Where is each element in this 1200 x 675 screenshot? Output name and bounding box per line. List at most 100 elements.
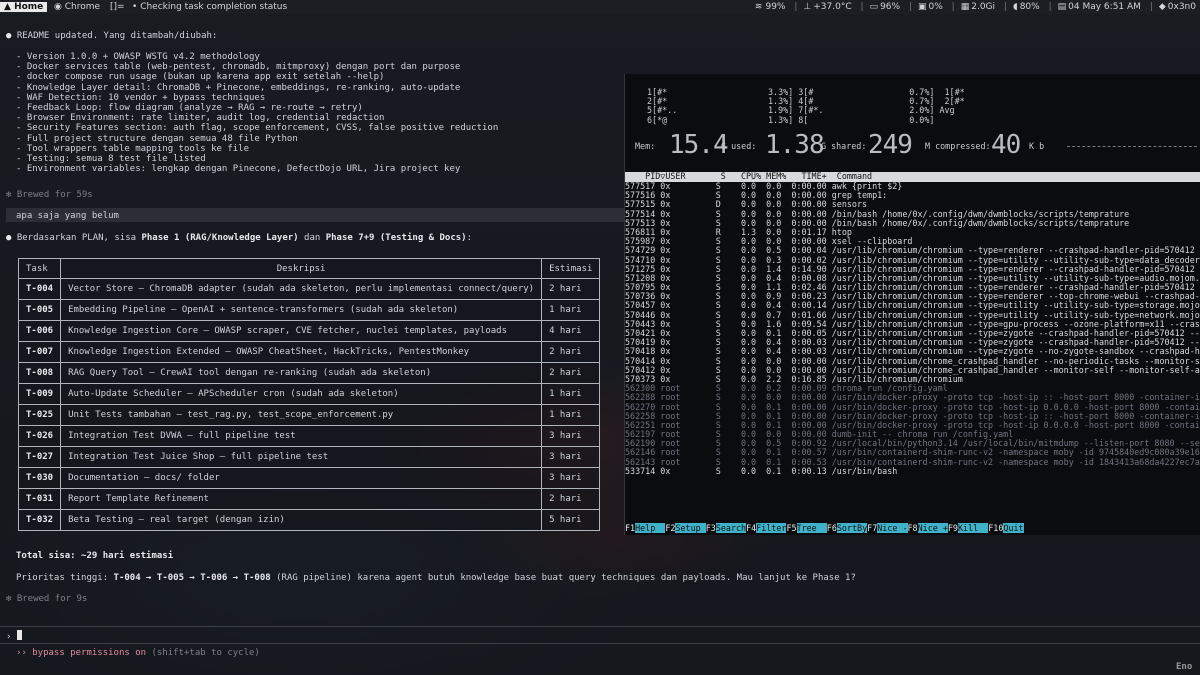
htop-window[interactable]: 1[#* 3.3%] 3[# 0.7%] 1[#* 2[#* 1.3%] 4[# … — [624, 74, 1200, 535]
battery-level: 96% — [880, 2, 901, 12]
table-cell: T-009 — [17, 383, 62, 405]
list-item: - Full project structure dengan semua 48… — [16, 133, 298, 144]
chrome-icon: ◉ — [54, 2, 62, 12]
table-cell: T-008 — [17, 362, 62, 384]
table-cell: Vector Store — ChromaDB adapter (sudah a… — [60, 278, 543, 300]
fkey-label[interactable]: F4 — [746, 523, 757, 533]
compressed-unit: K b — [1029, 141, 1045, 151]
table-row: T-004 Vector Store — ChromaDB adapter (su… — [17, 278, 601, 300]
function-key-bar: F1Help F2Setup F3SearchF4FilterF5Tree F6… — [625, 523, 1200, 533]
window-tab-chrome[interactable]: ◉ Chrome — [54, 0, 100, 14]
table-row: T-031 Report Template Refinement 2 hari — [17, 488, 601, 510]
table-cell: Beta Testing — real target (dengan izin) — [60, 509, 543, 531]
user-message: apa saja yang belum — [16, 211, 119, 221]
list-item: - Environment variables: lengkap dengan … — [16, 164, 461, 175]
fkey-label[interactable]: F9 — [947, 523, 958, 533]
table-cell: 3 hari — [541, 446, 601, 468]
bullet-icon: ● — [6, 31, 12, 41]
mem-used: 1.38 — [765, 130, 825, 160]
permission-mode[interactable]: ›› bypass permissions on (shift+tab to c… — [16, 648, 260, 658]
list-item: - Tool wrappers table mapping tools ke f… — [16, 143, 249, 154]
fkey-action[interactable]: Filter — [756, 523, 787, 533]
fkey-label[interactable]: F2 — [665, 523, 676, 533]
table-cell: 4 hari — [541, 320, 601, 342]
table-cell: T-026 — [17, 425, 62, 447]
memory-icon: ▦ — [960, 2, 970, 12]
table-cell: Report Template Refinement — [60, 488, 543, 510]
table-cell: Knowledge Ingestion Extended — OWASP Che… — [60, 341, 543, 363]
column-header: Deskripsi — [60, 258, 543, 279]
volume-icon: ◖ — [1012, 2, 1018, 12]
window-title: • Checking task completion status — [132, 2, 288, 12]
list-item: - WAF Detection: 10 vendor + bypass tech… — [16, 92, 266, 103]
fkey-action[interactable]: Quit — [1003, 523, 1024, 533]
mem-shared: 249 — [868, 130, 913, 160]
fkey-action[interactable]: SortBy — [836, 523, 868, 533]
total-estimate: Total sisa: ~29 hari estimasi — [16, 551, 174, 561]
table-cell: T-005 — [17, 299, 62, 321]
table-cell: 2 hari — [541, 362, 601, 384]
table-row: T-005 Embedding Pipeline — OpenAI + sente… — [17, 299, 601, 321]
table-header-row: Task Deskripsi Estimasi — [17, 258, 601, 279]
workspace-tag-home[interactable]: ▲ Home — [0, 0, 48, 14]
table-cell: T-004 — [17, 278, 62, 300]
priority-text: Prioritas tinggi: T-004 → T-005 → T-006 … — [16, 573, 856, 583]
brewed-status-1: ✻ Brewed for 59s — [6, 190, 93, 200]
fkey-action[interactable]: Help — [635, 523, 666, 533]
list-item: - Feedback Loop: flow diagram (analyze →… — [16, 103, 363, 114]
fkey-label[interactable]: F1 — [625, 523, 636, 533]
fkey-action[interactable]: Nice - — [877, 523, 908, 533]
fkey-label[interactable]: F5 — [786, 523, 797, 533]
table-cell: 1 hari — [541, 383, 601, 405]
fkey-action[interactable]: Setup — [675, 523, 706, 533]
fkey-label[interactable]: F6 — [826, 523, 837, 533]
list-item: - Knowledge Layer detail: ChromaDB + Pin… — [16, 82, 461, 93]
fkey-label[interactable]: F8 — [907, 523, 918, 533]
wifi-icon: ≋ — [754, 2, 763, 12]
cpu-temp: +37.0°C — [813, 2, 852, 12]
table-cell: T-032 — [17, 509, 62, 531]
table-cell: 2 hari — [541, 488, 601, 510]
table-cell: Knowledge Ingestion Core — OWASP scraper… — [60, 320, 543, 342]
table-cell: T-031 — [17, 488, 62, 510]
table-cell: T-030 — [17, 467, 62, 489]
list-item: - Browser Environment: rate limiter, aud… — [16, 113, 385, 124]
table-cell: 5 hari — [541, 509, 601, 531]
bullet-icon: ● — [6, 233, 12, 243]
fkey-action[interactable]: Nice + — [917, 523, 948, 533]
table-cell: 2 hari — [541, 278, 601, 300]
fkey-action[interactable]: Search — [715, 523, 747, 533]
table-cell: T-025 — [17, 404, 62, 426]
layout-indicator[interactable]: []= — [110, 0, 125, 14]
date-time: 04 May 6:51 AM — [1068, 2, 1141, 12]
table-row: T-030 Documentation — docs/ folder 3 hari — [17, 467, 601, 489]
table-cell: Integration Test Juice Shop — full pipel… — [60, 446, 543, 468]
process-list[interactable]: 577517 0x S 0.0 0.0 0:00.00 awk {print $… — [625, 181, 1200, 476]
calendar-icon: ▤ — [1057, 2, 1067, 12]
process-row[interactable]: 533714 0x S 0.0 0.1 0:00.13 /usr/bin/bas… — [625, 466, 1200, 476]
table-cell: 3 hari — [541, 467, 601, 489]
table-row: T-007 Knowledge Ingestion Extended — OWAS… — [17, 341, 601, 363]
fkey-label[interactable]: F10 — [988, 523, 1004, 533]
list-item: - Docker services table (web-pentest, ch… — [16, 62, 461, 73]
list-item: - Security Features section: auth flag, … — [16, 123, 499, 134]
fkey-action[interactable]: Tree — [796, 523, 827, 533]
task-table: Task Deskripsi Estimasi T-004 Vector Stor… — [17, 258, 601, 531]
list-item: - Version 1.0.0 + OWASP WSTG v4.2 method… — [16, 52, 260, 62]
table-cell: 1 hari — [541, 299, 601, 321]
table-cell: 2 hari — [541, 341, 601, 363]
fkey-action[interactable]: Kill — [957, 523, 989, 533]
prompt-input[interactable]: › — [0, 626, 1200, 644]
mem-label: Mem: — [635, 141, 656, 151]
fkey-label[interactable]: F3 — [705, 523, 716, 533]
text-cursor — [16, 630, 22, 640]
table-cell: Auto-Update Scheduler — APScheduler cron… — [60, 383, 543, 405]
table-row: T-025 Unit Tests tambahan — test_rag.py, … — [17, 404, 601, 426]
corner-text: Eno — [1176, 662, 1193, 672]
cpu-usage: 0% — [928, 2, 943, 12]
table-cell: Embedding Pipeline — OpenAI + sentence-t… — [60, 299, 543, 321]
table-cell: Unit Tests tambahan — test_rag.py, test_… — [60, 404, 543, 426]
fkey-label[interactable]: F7 — [867, 523, 878, 533]
table-cell: T-027 — [17, 446, 62, 468]
table-row: T-008 RAG Query Tool — CrewAI tool dengan… — [17, 362, 601, 384]
